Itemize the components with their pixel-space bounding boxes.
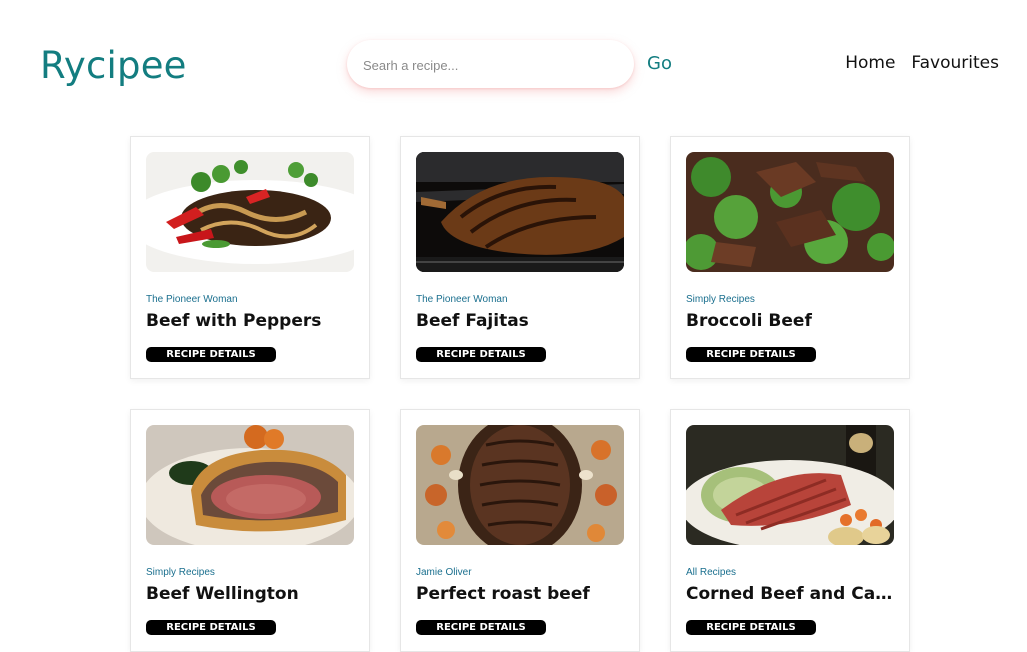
recipe-source: The Pioneer Woman	[416, 294, 508, 305]
recipe-card[interactable]: The Pioneer Woman Beef Fajitas RECIPE DE…	[400, 136, 640, 379]
recipe-details-button[interactable]: RECIPE DETAILS	[146, 620, 276, 635]
search-box	[347, 40, 634, 88]
recipe-card[interactable]: Simply Recipes Beef Wellington RECIPE DE…	[130, 409, 370, 652]
recipe-source: Simply Recipes	[686, 294, 755, 305]
recipe-details-button[interactable]: RECIPE DETAILS	[146, 347, 276, 362]
recipe-source: All Recipes	[686, 567, 737, 578]
search-input[interactable]	[361, 52, 615, 78]
recipe-card[interactable]: All Recipes Corned Beef and Cabb... RECI…	[670, 409, 910, 652]
recipe-details-button[interactable]: RECIPE DETAILS	[416, 347, 546, 362]
recipe-card[interactable]: Simply Recipes Broccoli Beef RECIPE DETA…	[670, 136, 910, 379]
recipe-image[interactable]	[686, 425, 894, 545]
go-button[interactable]: Go	[647, 53, 672, 74]
recipe-title: Beef with Peppers	[146, 311, 322, 331]
recipe-details-button[interactable]: RECIPE DETAILS	[416, 620, 546, 635]
recipe-grid: The Pioneer Woman Beef with Peppers RECI…	[130, 136, 910, 652]
main-nav: Home Favourites	[845, 53, 999, 73]
app-logo[interactable]: Rycipee	[40, 44, 187, 87]
nav-home-link[interactable]: Home	[845, 53, 895, 73]
nav-favourites-link[interactable]: Favourites	[911, 53, 999, 73]
recipe-title: Beef Wellington	[146, 584, 299, 604]
recipe-title: Broccoli Beef	[686, 311, 812, 331]
recipe-card[interactable]: Jamie Oliver Perfect roast beef RECIPE D…	[400, 409, 640, 652]
recipe-image[interactable]	[146, 152, 354, 272]
recipe-image[interactable]	[686, 152, 894, 272]
recipe-title: Beef Fajitas	[416, 311, 529, 331]
recipe-details-button[interactable]: RECIPE DETAILS	[686, 620, 816, 635]
recipe-source: Jamie Oliver	[416, 567, 472, 578]
recipe-title: Perfect roast beef	[416, 584, 590, 604]
recipe-details-button[interactable]: RECIPE DETAILS	[686, 347, 816, 362]
recipe-image[interactable]	[146, 425, 354, 545]
recipe-title: Corned Beef and Cabb...	[686, 584, 896, 604]
recipe-source: Simply Recipes	[146, 567, 215, 578]
recipe-card[interactable]: The Pioneer Woman Beef with Peppers RECI…	[130, 136, 370, 379]
recipe-image[interactable]	[416, 152, 624, 272]
recipe-source: The Pioneer Woman	[146, 294, 238, 305]
recipe-image[interactable]	[416, 425, 624, 545]
